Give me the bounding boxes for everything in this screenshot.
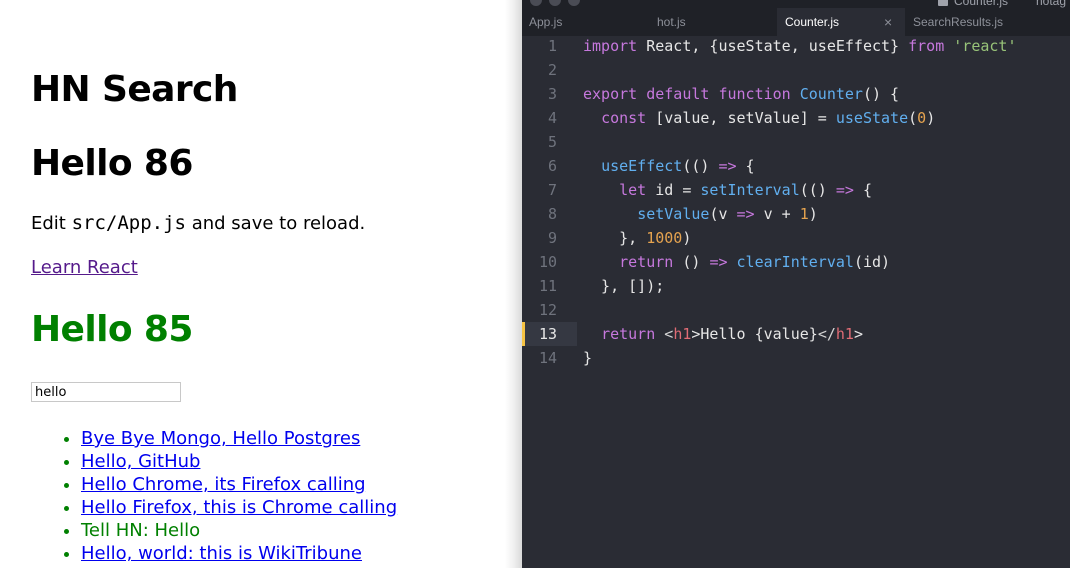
code-line: 14} [522, 346, 1070, 370]
tab-label: SearchResults.js [913, 15, 1004, 29]
list-item: Hello, world: this is WikiTribune [81, 542, 397, 565]
code-text: }, 1000) [583, 229, 692, 247]
window-title: Counter.js [954, 0, 1009, 8]
code-line: 8 setValue(v => v + 1) [522, 202, 1070, 226]
code-text: setValue(v => v + 1) [637, 205, 818, 223]
line-number: 1 [547, 37, 557, 55]
code-text: useEffect(() => { [601, 157, 755, 175]
tab-hot-js[interactable]: hot.js [650, 8, 778, 36]
code-line: 11 }, []); [522, 274, 1070, 298]
line-number: 2 [547, 61, 557, 79]
search-results-list: Bye Bye Mongo, Hello Postgres Hello, Git… [57, 427, 397, 565]
close-icon[interactable]: × [884, 8, 892, 36]
list-item: Hello, GitHub [81, 450, 397, 473]
result-link[interactable]: Hello, world: this is WikiTribune [81, 543, 362, 564]
code-text: }, []); [583, 277, 665, 295]
code-text: export default function Counter() { [583, 85, 900, 103]
result-link[interactable]: Bye Bye Mongo, Hello Postgres [81, 428, 360, 449]
code-line: 2 [522, 58, 1070, 82]
edit-suffix: and save to reload. [185, 213, 366, 234]
tab-label: Counter.js [785, 15, 840, 29]
line-number: 3 [547, 85, 557, 103]
list-item: Tell HN: Hello [81, 519, 397, 542]
code-text: return <h1>Hello {value}</h1> [601, 325, 863, 343]
code-area[interactable]: 1 import React, {useState, useEffect} fro… [522, 34, 1070, 370]
result-link[interactable]: Hello Chrome, its Firefox calling [81, 474, 366, 495]
list-item: Hello Firefox, this is Chrome calling [81, 496, 397, 519]
browser-preview: HN Search Hello 86 Edit src/App.js and s… [0, 0, 505, 568]
close-window-button[interactable] [530, 0, 542, 6]
code-text: let id = setInterval(() => { [619, 181, 872, 199]
learn-react-link[interactable]: Learn React [31, 257, 138, 278]
edit-filename: src/App.js [71, 212, 186, 234]
line-number: 8 [547, 205, 557, 223]
line-number: 6 [547, 157, 557, 175]
minimize-window-button[interactable] [549, 0, 561, 6]
code-line: 12 [522, 298, 1070, 322]
tab-app-js[interactable]: App.js [522, 8, 650, 36]
window-titlebar: Counter.js hotag [522, 0, 1070, 8]
code-line: 4 const [value, setValue] = useState(0) [522, 106, 1070, 130]
code-text: } [583, 349, 593, 367]
zoom-window-button[interactable] [568, 0, 580, 6]
tab-label: App.js [529, 15, 563, 29]
window-title-project: hotag [1036, 0, 1067, 8]
line-number: 7 [547, 181, 557, 199]
tab-label: hot.js [657, 15, 686, 29]
document-icon [938, 0, 948, 6]
code-text: import React, {useState, useEffect} from… [583, 37, 1017, 55]
code-line-current: 13 return <h1>Hello {value}</h1> [522, 322, 1070, 346]
code-line: 10 return () => clearInterval(id) [522, 250, 1070, 274]
code-line: 3 export default function Counter() { [522, 82, 1070, 106]
result-text: Tell HN: Hello [81, 520, 201, 541]
search-counter-heading: Hello 85 [31, 309, 193, 350]
line-number: 4 [547, 109, 557, 127]
counter-heading: Hello 86 [31, 143, 193, 184]
result-link[interactable]: Hello, GitHub [81, 451, 200, 472]
code-text: return () => clearInterval(id) [619, 253, 891, 271]
code-line: 9 }, 1000) [522, 226, 1070, 250]
tab-counter-js[interactable]: Counter.js × [777, 8, 905, 36]
list-item: Hello Chrome, its Firefox calling [81, 473, 397, 496]
code-line: 6 useEffect(() => { [522, 154, 1070, 178]
tab-bar: App.js hot.js Counter.js × SearchResults.… [522, 8, 1070, 36]
line-number: 10 [538, 253, 557, 271]
line-number: 11 [538, 277, 557, 295]
code-line: 5 [522, 130, 1070, 154]
edit-instruction: Edit src/App.js and save to reload. [31, 212, 365, 234]
line-number: 14 [538, 349, 557, 367]
line-number: 13 [522, 322, 577, 346]
pane-divider[interactable] [505, 0, 522, 568]
code-editor: Counter.js hotag App.js hot.js Counter.j… [522, 0, 1070, 568]
line-number: 12 [538, 301, 557, 319]
line-number: 5 [547, 133, 557, 151]
search-input[interactable] [31, 382, 181, 402]
line-number: 9 [547, 229, 557, 247]
code-line: 1 import React, {useState, useEffect} fro… [522, 34, 1070, 58]
list-item: Bye Bye Mongo, Hello Postgres [81, 427, 397, 450]
code-line: 7 let id = setInterval(() => { [522, 178, 1070, 202]
edit-prefix: Edit [31, 213, 72, 234]
page-title: HN Search [31, 69, 238, 110]
current-line-marker [522, 322, 525, 346]
result-link[interactable]: Hello Firefox, this is Chrome calling [81, 497, 397, 518]
tab-searchresults-js[interactable]: SearchResults.js [905, 8, 1070, 36]
code-text: const [value, setValue] = useState(0) [601, 109, 936, 127]
